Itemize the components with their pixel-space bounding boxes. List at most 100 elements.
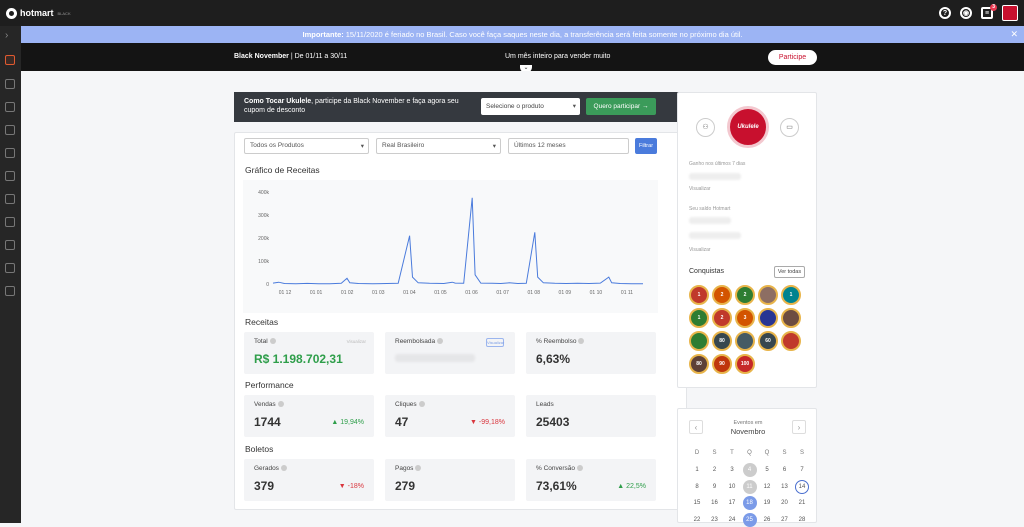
close-icon[interactable]: ✕ — [1010, 29, 1018, 40]
achievement-medal[interactable]: 1 — [689, 285, 709, 305]
banner-tagline: Um mês inteiro para vender muito — [505, 53, 611, 60]
calendar-day[interactable]: 6 — [778, 463, 792, 477]
calendar-day[interactable]: 28 — [795, 513, 809, 527]
messages-icon[interactable]: ≡ 3 — [981, 4, 997, 19]
calendar-day[interactable]: 27 — [778, 513, 792, 527]
calendar-day[interactable]: 9 — [708, 480, 722, 494]
achievement-medal[interactable] — [758, 308, 778, 328]
switch-user-icon[interactable]: ⚇ — [696, 118, 715, 137]
info-icon[interactable] — [277, 401, 284, 408]
tools-icon[interactable] — [5, 102, 15, 112]
achievement-medal[interactable]: 100 — [735, 354, 755, 374]
reports-icon[interactable] — [5, 240, 15, 250]
chat-bubble-icon[interactable]: ▭ — [780, 118, 799, 137]
info-icon[interactable] — [280, 465, 287, 472]
filter-button[interactable]: Filtrar — [635, 138, 657, 154]
see-all-button[interactable]: Ver todas — [774, 266, 805, 278]
info-icon[interactable] — [415, 465, 422, 472]
achievement-medal[interactable] — [735, 331, 755, 351]
achievement-medal[interactable] — [781, 331, 801, 351]
grid-icon[interactable] — [5, 79, 15, 89]
currency-filter[interactable]: Real Brasileiro — [376, 138, 501, 154]
calendar-day[interactable]: 16 — [708, 496, 722, 510]
achievement-medal[interactable]: 60 — [758, 331, 778, 351]
calendar-day[interactable]: 7 — [795, 463, 809, 477]
chat-icon[interactable] — [5, 194, 15, 204]
info-icon[interactable] — [578, 338, 585, 345]
refunded-tile: Reembolsada Visualizar — [385, 332, 515, 374]
clicks-tile: Cliques 47 ▼ -99,18% — [385, 395, 515, 437]
achievement-medal[interactable]: 80 — [689, 354, 709, 374]
dashboard-icon[interactable] — [5, 55, 15, 65]
apps-icon[interactable] — [5, 286, 15, 296]
generated-delta: ▼ -18% — [338, 483, 364, 490]
affiliates-icon[interactable] — [5, 171, 15, 181]
calendar-day[interactable]: 13 — [778, 480, 792, 494]
balance-visualize[interactable]: Visualizar — [689, 247, 711, 253]
achievement-medal[interactable]: 80 — [712, 331, 732, 351]
calendar-day[interactable]: 23 — [708, 513, 722, 527]
achievement-medal[interactable]: 1 — [781, 285, 801, 305]
expand-sidebar-icon[interactable]: › — [5, 31, 15, 41]
calendar-day[interactable]: 12 — [760, 480, 774, 494]
calendar-day[interactable]: 19 — [760, 496, 774, 510]
achievement-medal[interactable] — [758, 285, 778, 305]
total-value: R$ 1.198.702,31 — [254, 352, 343, 366]
info-icon[interactable] — [269, 338, 276, 345]
achievement-medal[interactable]: 2 — [712, 285, 732, 305]
academy-icon[interactable]: ◉ — [960, 7, 972, 19]
achievement-medal[interactable] — [689, 331, 709, 351]
chart-title: Gráfico de Receitas — [245, 165, 320, 175]
calendar-day[interactable]: 3 — [725, 463, 739, 477]
hotmart-logo[interactable]: hotmart BLACK — [6, 7, 71, 19]
achievement-medal[interactable] — [781, 308, 801, 328]
earned-visualize[interactable]: Visualizar — [689, 186, 711, 192]
product-select[interactable]: Selecione o produto — [481, 98, 580, 115]
user-avatar[interactable] — [1002, 5, 1018, 21]
calendar-day[interactable]: 11 — [742, 479, 757, 494]
products-icon[interactable] — [5, 125, 15, 135]
dashboard-card: Todos os Produtos Real Brasileiro Último… — [234, 132, 687, 510]
calendar-day[interactable]: 14 — [795, 479, 809, 494]
period-filter[interactable]: Últimos 12 meses — [508, 138, 629, 154]
calendar-day[interactable]: 15 — [690, 496, 704, 510]
info-icon[interactable] — [577, 465, 584, 472]
weekday-label: S — [799, 450, 804, 456]
profile-avatar[interactable]: Ukulele — [727, 106, 769, 148]
calendar-day[interactable]: 26 — [760, 513, 774, 527]
cart-icon[interactable] — [5, 148, 15, 158]
participate-button[interactable]: Participe — [768, 50, 817, 65]
calendar-day[interactable]: 25 — [742, 512, 757, 527]
achievement-medal[interactable]: 3 — [735, 308, 755, 328]
brand-name: hotmart — [20, 8, 54, 18]
calendar-day[interactable]: 8 — [690, 480, 704, 494]
visualize-hint[interactable]: Visualizar — [347, 339, 366, 344]
visualize-button[interactable]: Visualizar — [486, 338, 504, 347]
achievement-medal[interactable]: 2 — [735, 285, 755, 305]
money-icon[interactable] — [5, 217, 15, 227]
calendar-day[interactable]: 10 — [725, 480, 739, 494]
calendar-day[interactable]: 24 — [725, 513, 739, 527]
participate-now-button[interactable]: Quero participar → — [586, 98, 656, 115]
info-icon[interactable] — [418, 401, 425, 408]
refunded-label: Reembolsada — [395, 338, 436, 345]
calendar-day[interactable]: 20 — [778, 496, 792, 510]
settings-icon[interactable] — [5, 263, 15, 273]
product-filter[interactable]: Todos os Produtos — [244, 138, 369, 154]
calendar-day[interactable]: 17 — [725, 496, 739, 510]
calendar-day[interactable]: 21 — [795, 496, 809, 510]
calendar-day[interactable]: 4 — [742, 463, 757, 477]
calendar-day[interactable]: 2 — [708, 463, 722, 477]
calendar-day[interactable]: 5 — [760, 463, 774, 477]
calendar-day[interactable]: 18 — [742, 496, 757, 510]
calendar-day[interactable]: 1 — [690, 463, 704, 477]
help-icon[interactable]: ? — [939, 7, 951, 19]
sales-value: 1744 — [254, 415, 281, 429]
calendar-day[interactable]: 22 — [690, 513, 704, 527]
info-icon[interactable] — [437, 338, 444, 345]
achievement-medal[interactable]: 90 — [712, 354, 732, 374]
achievement-medal[interactable]: 2 — [712, 308, 732, 328]
achievement-medal[interactable]: 1 — [689, 308, 709, 328]
y-tick-label: 100k — [258, 259, 269, 265]
paid-value: 279 — [395, 479, 416, 493]
